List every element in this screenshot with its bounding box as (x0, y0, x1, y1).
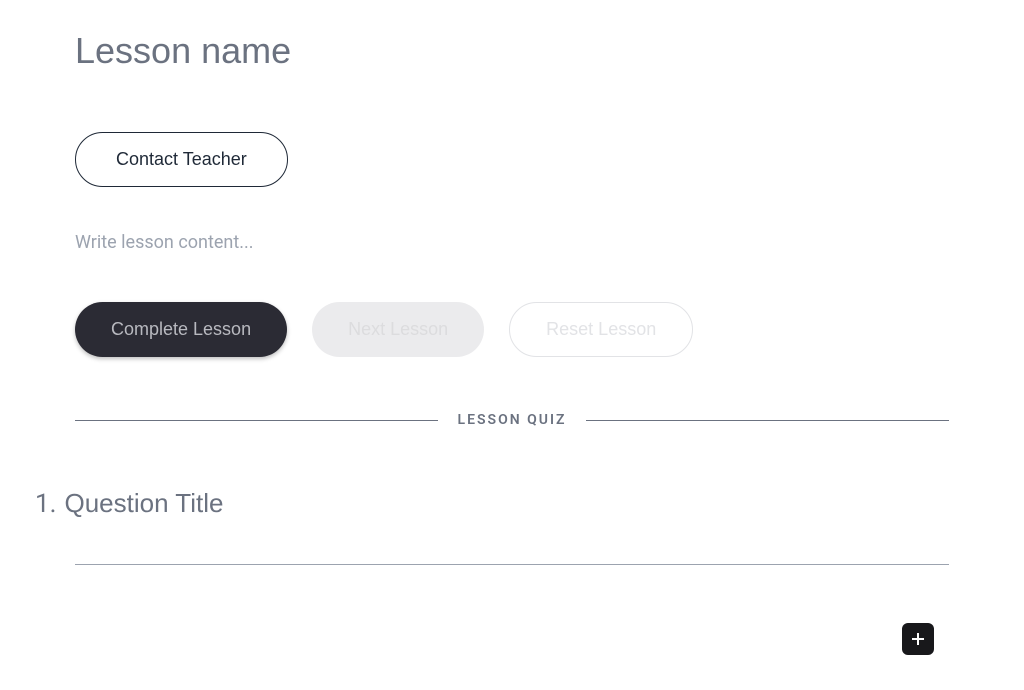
quiz-divider-label: LESSON QUIZ (458, 412, 567, 428)
next-lesson-button[interactable]: Next Lesson (312, 302, 484, 357)
question-divider (75, 564, 949, 565)
plus-icon (910, 631, 926, 647)
add-question-button[interactable] (902, 623, 934, 655)
complete-lesson-button[interactable]: Complete Lesson (75, 302, 287, 357)
quiz-divider: LESSON QUIZ (75, 412, 949, 428)
reset-lesson-button[interactable]: Reset Lesson (509, 302, 693, 357)
lesson-title-input[interactable] (75, 30, 949, 72)
lesson-action-row: Complete Lesson Next Lesson Reset Lesson (75, 302, 949, 357)
contact-teacher-button[interactable]: Contact Teacher (75, 132, 288, 187)
divider-line-left (75, 420, 438, 421)
lesson-content-textarea[interactable] (75, 232, 949, 253)
question-title-input[interactable] (64, 488, 949, 519)
question-number: 1. (35, 489, 56, 519)
question-row: 1. (35, 488, 949, 519)
divider-line-right (586, 420, 949, 421)
